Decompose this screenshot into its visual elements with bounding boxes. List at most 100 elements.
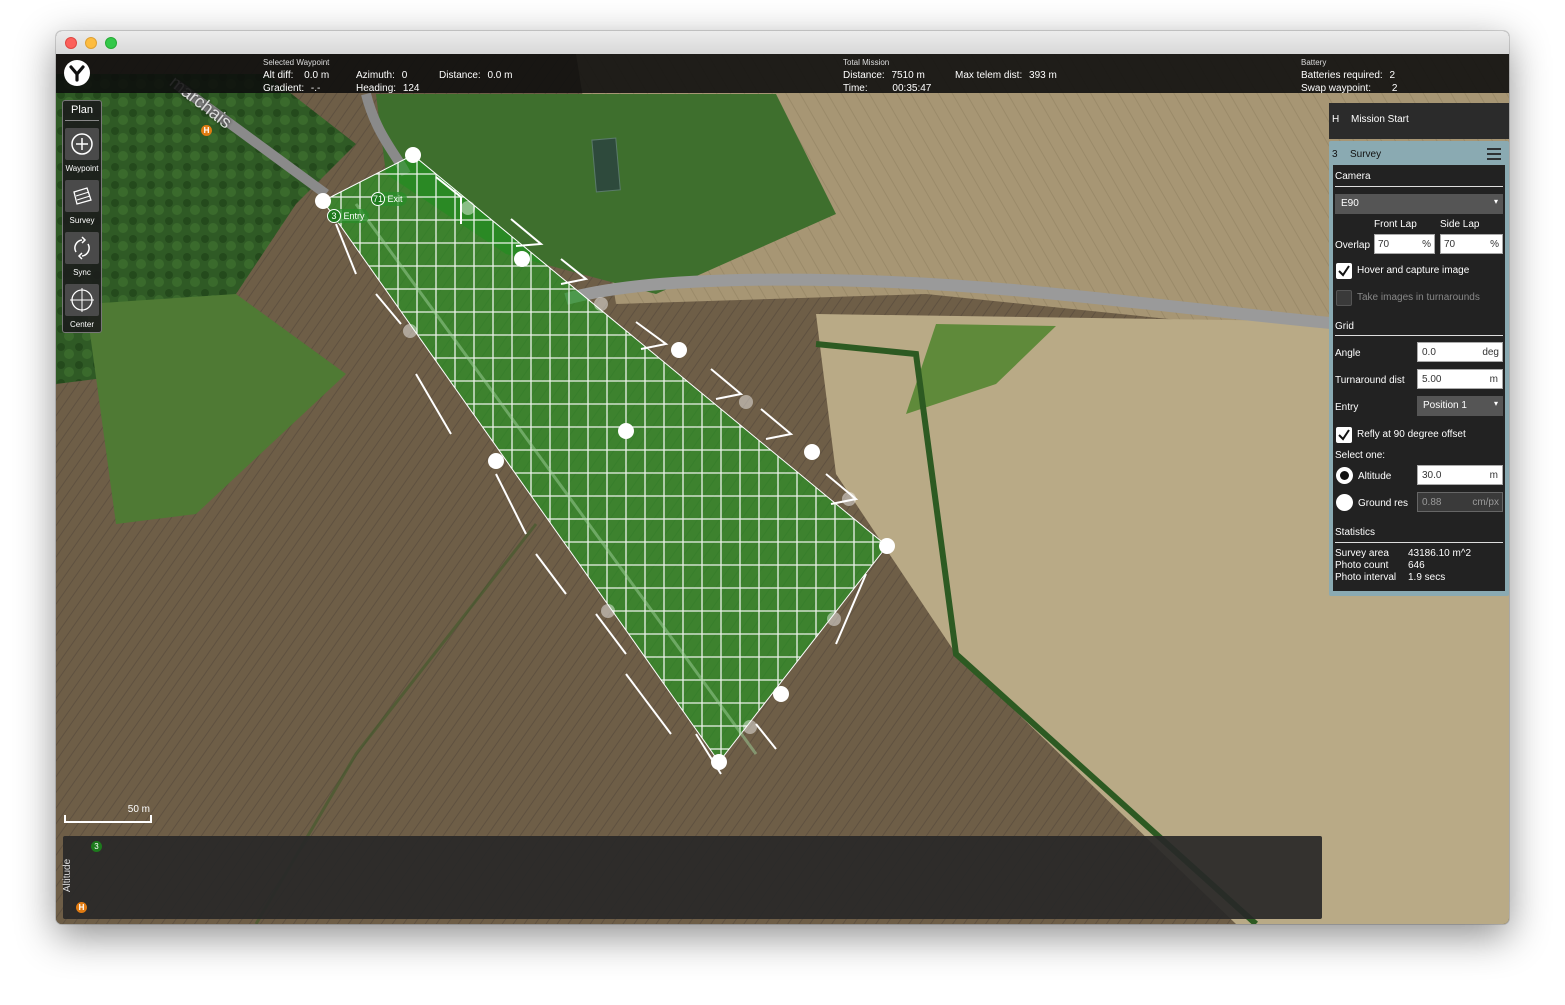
map-scale-bar [64, 815, 152, 823]
altitude-profile-panel[interactable]: Altitude 3 H [62, 836, 1322, 919]
mission-start-index: H [1332, 114, 1340, 125]
ground-res-unit: cm/px [1472, 497, 1499, 508]
crosshair-icon [70, 288, 94, 312]
statistics-header: Statistics [1335, 527, 1376, 538]
angle-unit: deg [1482, 347, 1499, 358]
home-marker-label: H [203, 126, 210, 135]
turnaround-images-checkbox[interactable] [1336, 290, 1352, 306]
survey-area-value: 43186.10 m^2 [1408, 548, 1472, 559]
camera-select[interactable]: E90 ▾ [1335, 194, 1503, 214]
survey-item[interactable]: 3 Survey Camera E90 ▾ Front Lap Side Lap… [1329, 141, 1509, 596]
exit-marker[interactable]: 71 Exit [371, 192, 407, 206]
grid-header: Grid [1335, 321, 1354, 332]
hover-capture-label: Hover and capture image [1357, 265, 1470, 276]
hover-capture-checkbox[interactable] [1336, 263, 1352, 279]
top-toolbar: Selected Waypoint Alt diff: 0.0 m Gradie… [56, 54, 1509, 95]
total-mission-section: Total Mission Distance: 7510 m Time: 00:… [843, 56, 931, 95]
mission-start-item[interactable]: H Mission Start [1329, 103, 1509, 139]
time-value: 00:35:47 [892, 83, 932, 94]
altitude-unit: m [1489, 470, 1498, 481]
survey-area-label: Survey area [1335, 548, 1389, 559]
waypoint-tool-button[interactable] [65, 128, 99, 160]
survey-tool-button[interactable] [65, 180, 99, 212]
front-lap-field[interactable]: 70 % [1374, 234, 1435, 254]
turnaround-value: 5.00 [1422, 374, 1442, 385]
altitude-option-label: Altitude [1358, 471, 1392, 482]
app-logo-icon[interactable] [64, 60, 90, 86]
survey-tool-label: Survey [69, 216, 95, 225]
selected-waypoint-section: Selected Waypoint Alt diff: 0.0 m Gradie… [263, 56, 329, 95]
zoom-window-button[interactable] [105, 37, 117, 49]
ground-res-value: 0.88 [1422, 497, 1442, 508]
center-tool-button[interactable] [65, 284, 99, 316]
sync-tool-label: Sync [73, 268, 91, 277]
altitude-home-label: H [78, 903, 85, 912]
altitude-value: 30.0 [1422, 470, 1442, 481]
ground-res-radio[interactable] [1336, 494, 1353, 511]
waypoint-tool-label: Waypoint [65, 164, 99, 173]
entry-label: Entry [1335, 402, 1359, 413]
altitude-waypoint-marker[interactable]: 3 [91, 841, 102, 852]
map-scale-label: 50 m [127, 804, 150, 815]
camera-header: Camera [1335, 171, 1371, 182]
center-tool-label: Center [69, 320, 94, 329]
side-lap-value: 70 [1444, 239, 1456, 250]
chevron-down-icon: ▾ [1493, 197, 1498, 206]
refly-checkbox[interactable] [1336, 427, 1352, 443]
entry-select[interactable]: Position 1 ▾ [1417, 396, 1503, 416]
hamburger-menu-icon[interactable] [1486, 147, 1502, 161]
camera-select-value: E90 [1341, 198, 1359, 209]
turnaround-unit: m [1489, 374, 1498, 385]
photo-count-value: 646 [1408, 560, 1425, 571]
altitude-field[interactable]: 30.0 m [1417, 465, 1503, 485]
satellite-map [56, 54, 1509, 924]
side-lap-unit: % [1490, 239, 1499, 250]
home-marker[interactable]: H [201, 125, 212, 136]
turnaround-field[interactable]: 5.00 m [1417, 369, 1503, 389]
altitude-radio[interactable] [1336, 467, 1353, 484]
altitude-waypoint-number: 3 [94, 842, 99, 851]
grid-divider [1335, 335, 1503, 336]
mission-start-title: Mission Start [1351, 114, 1409, 125]
survey-editor: Camera E90 ▾ Front Lap Side Lap Overlap … [1333, 165, 1505, 591]
altitude-axis-label: Altitude [62, 858, 74, 893]
side-lap-field[interactable]: 70 % [1440, 234, 1503, 254]
ground-res-label: Ground res [1358, 498, 1409, 509]
checkmark-icon [1338, 429, 1350, 441]
distance-section: Distance: 0.0 m [439, 69, 512, 82]
battery-caption: Battery [1301, 58, 1327, 67]
altitude-home-marker[interactable]: H [76, 902, 87, 913]
angle-field[interactable]: 0.0 deg [1417, 342, 1503, 362]
minimize-window-button[interactable] [85, 37, 97, 49]
distance-label: Distance: [439, 70, 481, 81]
total-distance-value: 7510 m [891, 70, 925, 81]
photo-interval-label: Photo interval [1335, 572, 1397, 583]
overlap-label: Overlap [1335, 240, 1371, 251]
max-telem-value: 393 m [1029, 70, 1057, 81]
batteries-required-value: 2 [1389, 70, 1396, 81]
survey-title: Survey [1350, 149, 1382, 160]
plan-toolbar: Plan Waypoint Survey Sync Center [62, 100, 102, 333]
add-waypoint-icon [71, 133, 93, 155]
distance-value: 0.0 m [487, 70, 513, 81]
swap-waypoint-value: 2 [1391, 83, 1398, 94]
plan-title: Plan [65, 104, 99, 121]
front-lap-value: 70 [1378, 239, 1390, 250]
alt-diff-label: Alt diff: [263, 70, 294, 81]
azimuth-value: 0 [401, 70, 408, 81]
front-lap-unit: % [1422, 239, 1431, 250]
map-view[interactable]: marchais H 3 Entry 71 Exit 50 m [56, 54, 1509, 924]
refly-label: Refly at 90 degree offset [1357, 429, 1466, 440]
swap-waypoint-label: Swap waypoint: [1301, 83, 1372, 94]
survey-icon [73, 187, 92, 205]
ground-res-field[interactable]: 0.88 cm/px [1417, 492, 1503, 512]
alt-diff-value: 0.0 m [304, 70, 330, 81]
turnaround-images-label: Take images in turnarounds [1357, 292, 1480, 303]
entry-marker[interactable]: 3 Entry [327, 209, 369, 223]
turnaround-label: Turnaround dist [1335, 375, 1405, 386]
angle-label: Angle [1335, 348, 1361, 359]
sync-tool-button[interactable] [65, 232, 99, 264]
entry-select-value: Position 1 [1423, 400, 1467, 411]
battery-section: Battery Batteries required: 2 Swap waypo… [1301, 56, 1397, 95]
close-window-button[interactable] [65, 37, 77, 49]
